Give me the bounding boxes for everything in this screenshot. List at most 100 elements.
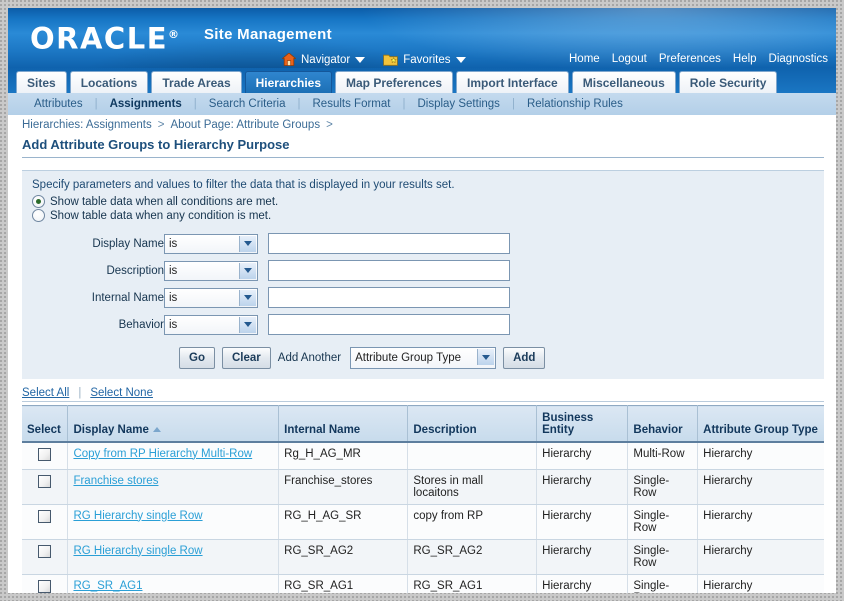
- global-link-home[interactable]: Home: [569, 53, 600, 65]
- display-name-link[interactable]: Copy from RP Hierarchy Multi-Row: [73, 448, 252, 460]
- filter-operator-display-name[interactable]: is: [164, 233, 258, 254]
- subnav-item-display-settings[interactable]: Display Settings: [405, 98, 511, 110]
- chevron-down-icon[interactable]: [239, 235, 256, 252]
- row-checkbox[interactable]: [38, 544, 52, 558]
- cell-behavior: Single-Row: [627, 504, 699, 540]
- cell-description: Stores in mall locaitons: [407, 469, 538, 505]
- column-header-attribute-group-type[interactable]: Attribute Group Type: [697, 405, 824, 443]
- favorites-menu-label: Favorites: [403, 53, 451, 66]
- filter-input-display-name[interactable]: [268, 233, 510, 254]
- row-checkbox[interactable]: [38, 579, 52, 593]
- chevron-down-icon[interactable]: [239, 289, 256, 306]
- column-header-display-name[interactable]: Display Name: [67, 405, 280, 443]
- filter-button-row: Go Clear Add Another Attribute Group Typ…: [32, 347, 814, 369]
- breadcrumb-item-about-page-attribute-groups[interactable]: About Page: Attribute Groups: [170, 119, 320, 131]
- sub-navigation: Attributes | Assignments | Search Criter…: [8, 93, 836, 115]
- column-header-business-entity[interactable]: Business Entity: [536, 405, 629, 443]
- tab-role-security[interactable]: Role Security: [678, 71, 778, 93]
- column-header-behavior[interactable]: Behavior: [627, 405, 699, 443]
- cell-display-name: Franchise stores: [67, 469, 280, 505]
- main-tab-bar: Sites Locations Trade Areas Hierarchies …: [8, 68, 836, 93]
- tab-hierarchies[interactable]: Hierarchies: [244, 71, 332, 93]
- display-name-link[interactable]: RG_SR_AG1: [73, 580, 142, 592]
- subnav-item-results-format[interactable]: Results Format: [301, 98, 403, 110]
- add-another-select-value: Attribute Group Type: [355, 352, 461, 364]
- radio-option-all-conditions[interactable]: Show table data when all conditions are …: [32, 195, 814, 208]
- row-checkbox[interactable]: [38, 474, 52, 488]
- table-row: RG Hierarchy single Row RG_H_AG_SR copy …: [22, 504, 824, 540]
- global-link-diagnostics[interactable]: Diagnostics: [769, 53, 828, 65]
- tab-sites[interactable]: Sites: [16, 71, 67, 93]
- filter-input-description[interactable]: [268, 260, 510, 281]
- filter-input-internal-name[interactable]: [268, 287, 510, 308]
- column-header-internal-name[interactable]: Internal Name: [278, 405, 409, 443]
- cell-internal-name: Rg_H_AG_MR: [278, 441, 409, 470]
- tab-map-preferences[interactable]: Map Preferences: [335, 71, 454, 93]
- filter-operator-behavior[interactable]: is: [164, 314, 258, 335]
- cell-attribute-group-type: Hierarchy: [697, 469, 824, 505]
- cell-description: copy from RP: [407, 504, 538, 540]
- filter-panel: Specify parameters and values to filter …: [22, 170, 824, 379]
- registered-mark-icon: ®: [168, 28, 179, 41]
- select-none-link[interactable]: Select None: [90, 387, 153, 399]
- add-another-label: Add Another: [277, 352, 342, 364]
- column-header-description[interactable]: Description: [407, 405, 538, 443]
- radio-any-condition-icon[interactable]: [32, 209, 45, 222]
- oracle-logo: ORACLE®: [30, 20, 179, 54]
- cell-attribute-group-type: Hierarchy: [697, 539, 824, 575]
- global-link-logout[interactable]: Logout: [612, 53, 647, 65]
- row-checkbox[interactable]: [38, 447, 52, 461]
- breadcrumb-item-hierarchies-assignments[interactable]: Hierarchies: Assignments: [22, 119, 152, 131]
- row-select-cell[interactable]: [22, 441, 69, 470]
- add-button[interactable]: Add: [503, 347, 546, 369]
- tab-locations[interactable]: Locations: [69, 71, 149, 93]
- filter-operator-internal-name[interactable]: is: [164, 287, 258, 308]
- global-link-help[interactable]: Help: [733, 53, 757, 65]
- filter-operator-description[interactable]: is: [164, 260, 258, 281]
- subnav-item-assignments[interactable]: Assignments: [98, 98, 194, 110]
- global-link-preferences[interactable]: Preferences: [659, 53, 721, 65]
- chevron-down-icon[interactable]: [477, 349, 495, 365]
- filter-operator-internal-name-value: is: [169, 291, 178, 304]
- brand-header: ORACLE® Site Management Navigator Favori…: [8, 8, 836, 68]
- subnav-item-relationship-rules[interactable]: Relationship Rules: [515, 98, 635, 110]
- select-all-link[interactable]: Select All: [22, 387, 69, 399]
- subnav-item-search-criteria[interactable]: Search Criteria: [197, 98, 298, 110]
- filter-input-behavior[interactable]: [268, 314, 510, 335]
- display-name-link[interactable]: RG Hierarchy single Row: [73, 545, 202, 557]
- cell-behavior: Single-Row: [627, 539, 699, 575]
- cell-business-entity: Hierarchy: [536, 469, 629, 505]
- radio-all-conditions-icon[interactable]: [32, 195, 45, 208]
- select-links-divider: |: [78, 387, 82, 399]
- radio-option-any-condition[interactable]: Show table data when any condition is me…: [32, 209, 814, 222]
- display-name-link[interactable]: RG Hierarchy single Row: [73, 510, 202, 522]
- filter-operator-behavior-value: is: [169, 318, 178, 331]
- chevron-down-icon[interactable]: [239, 316, 256, 333]
- column-header-select: Select: [22, 405, 69, 443]
- tab-trade-areas[interactable]: Trade Areas: [151, 71, 242, 93]
- results-table: Select Display Name Internal Name Descri…: [22, 405, 824, 593]
- display-name-link[interactable]: Franchise stores: [73, 475, 158, 487]
- sort-ascending-icon: [152, 426, 161, 432]
- favorites-menu[interactable]: Favorites: [383, 53, 466, 66]
- row-select-cell[interactable]: [22, 539, 69, 575]
- go-button[interactable]: Go: [179, 347, 215, 369]
- add-another-select[interactable]: Attribute Group Type: [350, 347, 497, 369]
- cell-attribute-group-type: Hierarchy: [697, 441, 824, 470]
- row-checkbox[interactable]: [38, 509, 52, 523]
- filter-row-display-name: Display Name is: [32, 230, 510, 257]
- row-select-cell[interactable]: [22, 504, 69, 540]
- navigator-menu[interactable]: Navigator: [281, 52, 366, 66]
- chevron-down-icon[interactable]: [239, 262, 256, 279]
- cell-description: RG_SR_AG1: [407, 574, 538, 593]
- row-select-cell[interactable]: [22, 574, 69, 593]
- cell-display-name: RG Hierarchy single Row: [67, 504, 280, 540]
- tab-miscellaneous[interactable]: Miscellaneous: [571, 71, 676, 93]
- row-select-cell[interactable]: [22, 469, 69, 505]
- subnav-item-attributes[interactable]: Attributes: [22, 98, 95, 110]
- clear-button[interactable]: Clear: [222, 347, 271, 369]
- tab-import-interface[interactable]: Import Interface: [456, 71, 569, 93]
- table-row: Copy from RP Hierarchy Multi-Row Rg_H_AG…: [22, 441, 824, 470]
- app-title: Site Management: [204, 26, 332, 43]
- breadcrumb: Hierarchies: Assignments > About Page: A…: [8, 115, 836, 135]
